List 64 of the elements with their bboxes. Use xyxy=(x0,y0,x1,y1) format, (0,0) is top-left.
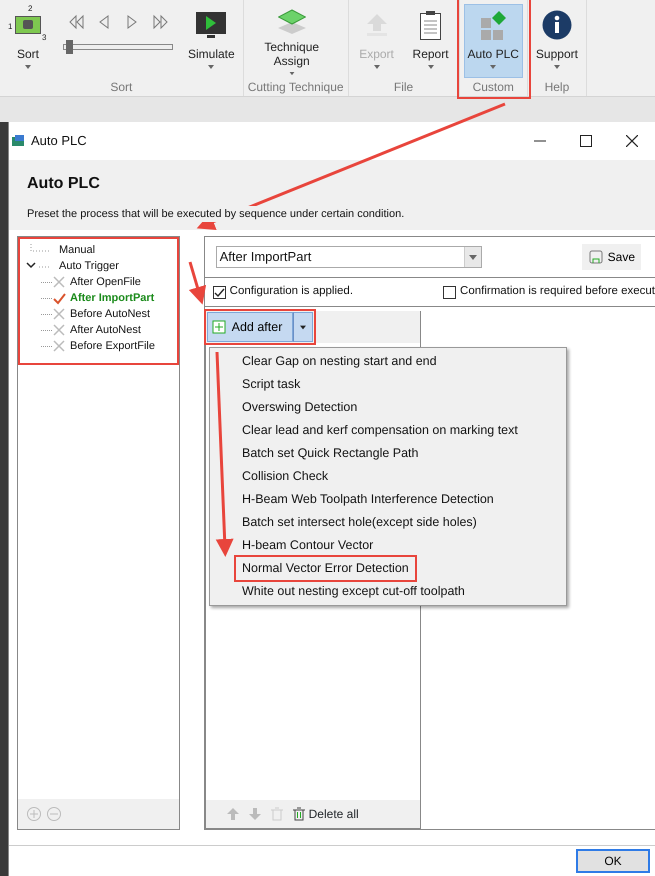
dialog-description: Preset the process that will be executed by sequence under certain condition. xyxy=(27,206,404,222)
slider-thumb[interactable] xyxy=(66,40,74,54)
icon-digit: 2 xyxy=(28,5,32,13)
plus-icon xyxy=(212,320,226,334)
checkbox-option[interactable]: Confirmation is required before execut xyxy=(443,283,655,301)
tree-item[interactable]: Manual xyxy=(59,242,96,258)
maximize-icon xyxy=(580,135,592,147)
checkbox-option[interactable]: Configuration is applied. xyxy=(212,283,354,301)
checkbox[interactable] xyxy=(443,286,456,298)
close-icon xyxy=(626,135,638,147)
app-icon xyxy=(11,134,25,148)
icon-digit: 3 xyxy=(42,34,46,42)
checkmark-icon xyxy=(214,286,225,298)
clipboard-icon xyxy=(420,10,442,40)
layers-icon xyxy=(278,8,306,34)
group-label: Cutting Technique xyxy=(248,79,344,96)
rewind-icon[interactable] xyxy=(68,14,84,30)
info-icon xyxy=(542,10,572,40)
ribbon-button[interactable]: Support xyxy=(532,4,582,78)
ok-button[interactable]: OK xyxy=(576,849,650,873)
menu-item[interactable]: Script task xyxy=(242,375,300,394)
tree-item[interactable]: After AutoNest xyxy=(70,322,141,338)
group-label: Custom xyxy=(472,79,515,96)
sort-icon xyxy=(15,16,41,34)
checkbox[interactable] xyxy=(212,286,226,298)
trigger-dropdown[interactable]: After ImportPart xyxy=(216,246,482,268)
tree-item[interactable]: After OpenFile xyxy=(70,274,141,290)
tree-item[interactable]: Auto Trigger xyxy=(59,258,119,274)
save-button[interactable]: Save xyxy=(582,244,641,270)
annotation-arrow xyxy=(188,262,206,305)
group-label: File xyxy=(392,79,414,96)
menu-item[interactable]: Clear Gap on nesting start and end xyxy=(242,352,437,371)
menu-item[interactable]: White out nesting except cut-off toolpath xyxy=(242,582,465,601)
window-title: Auto PLC xyxy=(31,132,88,150)
ribbon-button[interactable]: Simulate xyxy=(184,4,239,78)
tree-item[interactable]: Before AutoNest xyxy=(70,306,150,322)
group-label: Help xyxy=(544,79,570,96)
tree-item[interactable]: Before ExportFile xyxy=(70,338,155,354)
menu-item[interactable]: H-Beam Web Toolpath Interference Detection xyxy=(242,490,494,509)
ribbon-button[interactable]: Report xyxy=(406,4,455,78)
blocks-icon xyxy=(480,10,506,40)
group-label: Sort xyxy=(109,79,134,96)
menu-item[interactable]: Overswing Detection xyxy=(242,398,358,417)
ribbon-button[interactable]: Technique Assign xyxy=(248,4,336,78)
tree-item[interactable]: After ImportPart xyxy=(70,290,154,306)
menu-item[interactable]: Batch set intersect hole(except side holes) xyxy=(242,513,477,532)
save-icon xyxy=(588,249,604,265)
trash-icon xyxy=(292,807,306,821)
monitor-icon xyxy=(196,12,226,38)
ribbon-button[interactable]: 1 2 3 Sort xyxy=(4,4,52,78)
menu-item[interactable]: H-beam Contour Vector xyxy=(242,536,374,555)
caret-icon xyxy=(300,324,306,330)
delete-all-button[interactable]: Delete all xyxy=(292,805,359,823)
dialog-heading: Auto PLC xyxy=(27,174,101,194)
menu-item[interactable]: Clear lead and kerf compensation on marking text xyxy=(242,421,518,440)
add-after-button[interactable]: Add after xyxy=(206,312,294,342)
minimize-icon xyxy=(534,140,546,142)
menu-item[interactable]: Batch set Quick Rectangle Path xyxy=(242,444,418,463)
ribbon-button[interactable]: Auto PLC xyxy=(464,4,523,78)
menu-item[interactable]: Collision Check xyxy=(242,467,328,486)
icon-digit: 1 xyxy=(8,23,12,31)
dropdown-toggle-button[interactable] xyxy=(293,312,314,342)
fast-forward-icon[interactable] xyxy=(152,14,168,30)
caret-icon xyxy=(468,254,477,260)
